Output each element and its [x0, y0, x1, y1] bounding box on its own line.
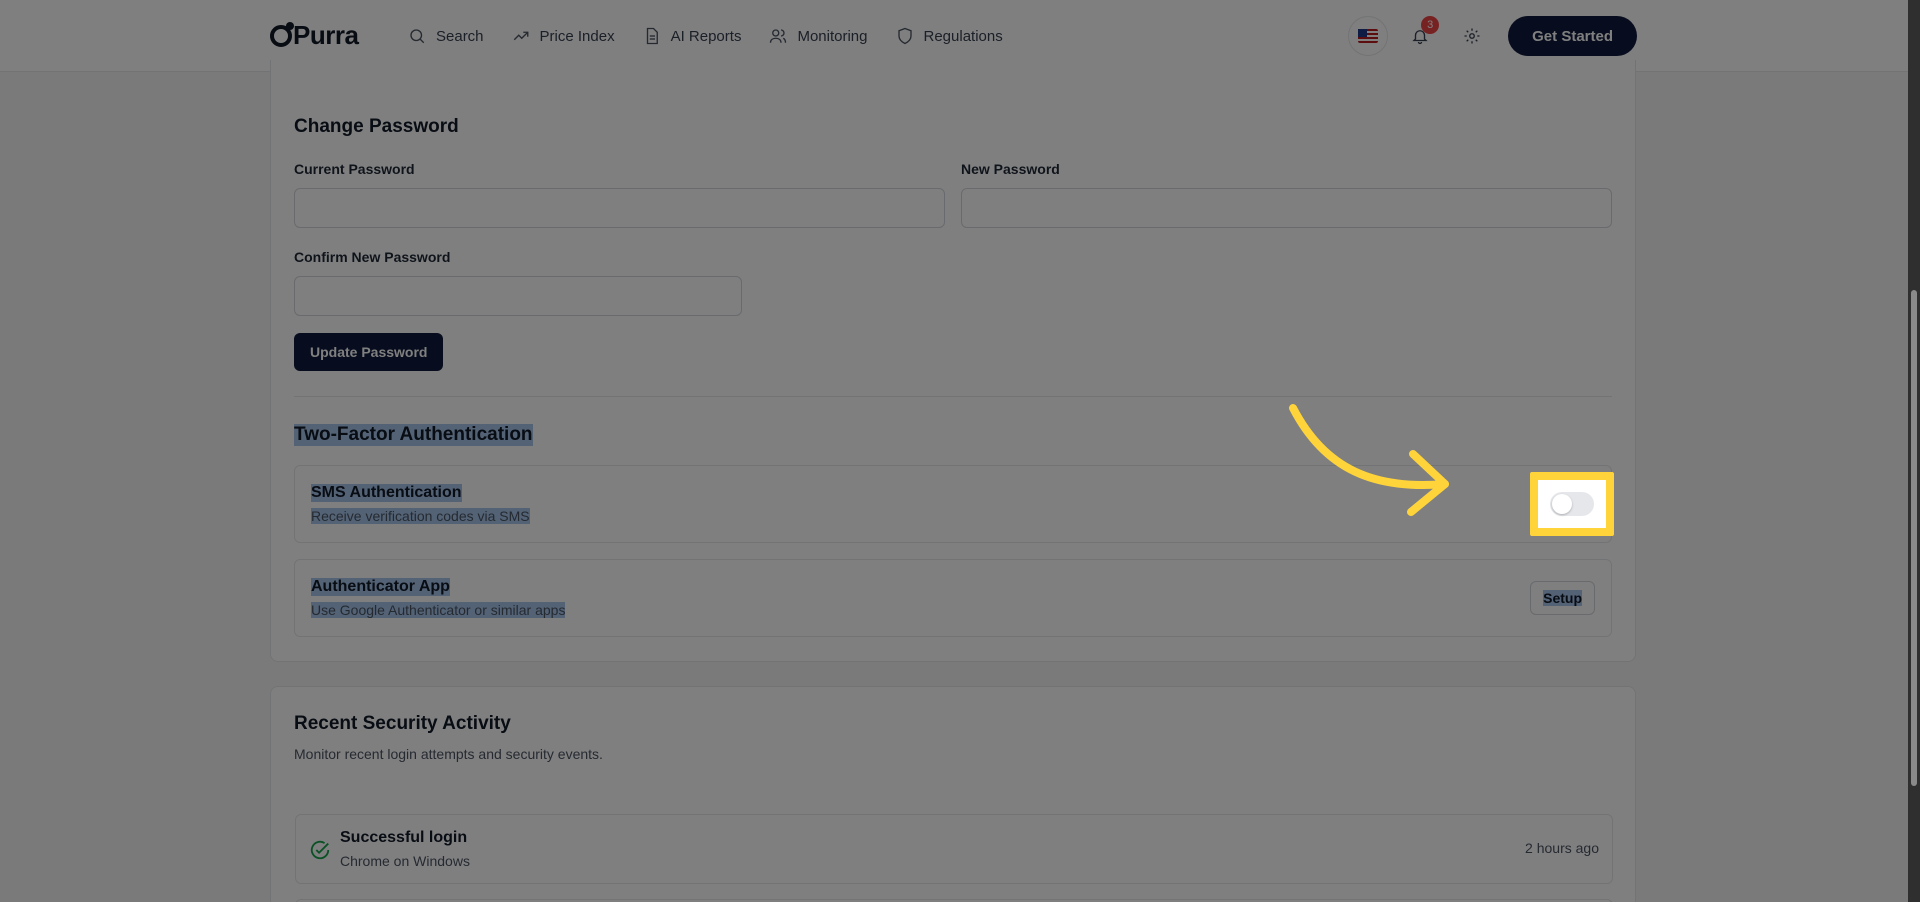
authenticator-app-subtitle: Use Google Authenticator or similar apps — [311, 602, 566, 618]
nav-regulations-label: Regulations — [923, 27, 1003, 45]
document-icon — [646, 27, 658, 45]
authenticator-app-title: Authenticator App — [311, 578, 450, 596]
setup-button-label: Setup — [1543, 590, 1582, 606]
recent-activity-title: Recent Security Activity — [294, 713, 511, 734]
current-password-label: Current Password — [294, 161, 415, 177]
shield-icon — [897, 27, 912, 45]
recent-activity-subtitle: Monitor recent login attempts and securi… — [294, 746, 603, 762]
nav-price-index[interactable]: Price Index — [512, 27, 615, 45]
activity-time: 2 hours ago — [1525, 840, 1599, 856]
recent-activity-card: Recent Security Activity Monitor recent … — [270, 686, 1636, 902]
activity-title: Successful login — [340, 829, 468, 846]
nav-ai-reports[interactable]: AI Reports — [643, 27, 742, 45]
notifications-button[interactable]: 3 — [1400, 16, 1440, 56]
change-password-title: Change Password — [294, 116, 459, 137]
users-icon — [770, 29, 787, 43]
search-icon — [410, 29, 425, 44]
us-flag-icon — [1358, 29, 1379, 43]
update-password-button[interactable]: Update Password — [294, 333, 444, 371]
new-password-label: New Password — [961, 161, 1060, 177]
settings-button[interactable] — [1452, 16, 1492, 56]
toggle-highlight — [1530, 472, 1614, 536]
check-circle-icon — [310, 840, 330, 860]
nav-ai-reports-label: AI Reports — [670, 27, 742, 45]
nav-monitoring-label: Monitoring — [797, 27, 868, 45]
nav-search-label: Search — [436, 27, 484, 45]
sms-auth-toggle[interactable] — [1550, 492, 1594, 516]
security-settings-card: Change Password Current Password New Pas… — [270, 60, 1636, 662]
two-factor-title: Two-Factor Authentication — [294, 424, 533, 446]
get-started-button[interactable]: Get Started — [1508, 16, 1637, 56]
section-divider — [294, 396, 1612, 397]
sms-auth-title: SMS Authentication — [311, 484, 462, 502]
language-button[interactable] — [1348, 16, 1389, 56]
scrollbar-thumb[interactable] — [1911, 290, 1917, 786]
brand-logo[interactable]: Purra — [270, 20, 359, 51]
nav-search[interactable]: Search — [408, 27, 484, 45]
toggle-highlight-inner — [1538, 480, 1606, 528]
toggle-knob — [1552, 494, 1572, 514]
confirm-password-input[interactable] — [294, 276, 742, 316]
logo-mark-icon — [270, 21, 294, 47]
new-password-input[interactable] — [961, 188, 1612, 228]
brand-name: Purra — [293, 20, 359, 50]
confirm-password-label: Confirm New Password — [294, 249, 451, 265]
nav-price-index-label: Price Index — [539, 27, 615, 45]
page-scrollbar[interactable] — [1908, 0, 1920, 902]
activity-detail: Chrome on Windows — [340, 853, 470, 869]
header-actions: 3 Get Started — [1348, 16, 1637, 56]
activity-item: Successful login Chrome on Windows 2 hou… — [295, 814, 1613, 884]
authenticator-setup-button[interactable]: Setup — [1530, 581, 1595, 615]
trend-icon — [513, 31, 528, 41]
sms-auth-subtitle: Receive verification codes via SMS — [311, 508, 530, 524]
notification-badge: 3 — [1421, 16, 1440, 34]
gear-icon — [1464, 28, 1480, 44]
authenticator-app-option: Authenticator App Use Google Authenticat… — [294, 559, 1612, 637]
annotation-arrow-icon — [1289, 404, 1449, 516]
current-password-input[interactable] — [294, 188, 945, 228]
nav-monitoring[interactable]: Monitoring — [769, 27, 868, 45]
nav-regulations[interactable]: Regulations — [896, 27, 1003, 45]
